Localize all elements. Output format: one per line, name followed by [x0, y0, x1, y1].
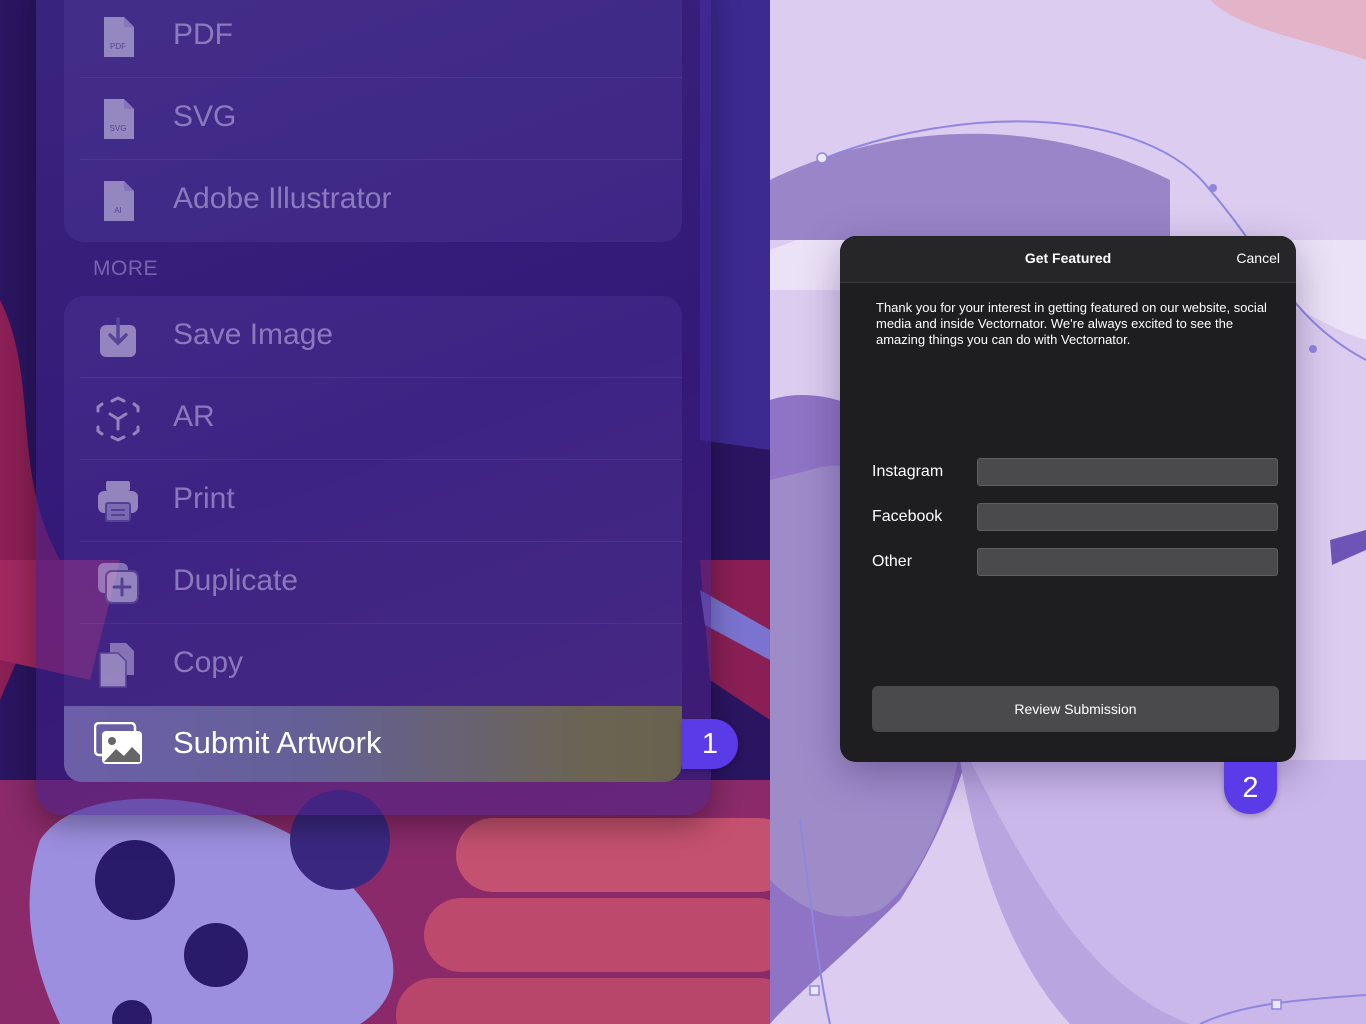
menu-item-label: AR [173, 400, 215, 433]
menu-item-duplicate[interactable]: Duplicate [64, 542, 682, 624]
svg-text:AI: AI [114, 206, 122, 215]
pdf-file-icon: PDF [104, 17, 134, 57]
menu-item-ar[interactable]: AR [64, 378, 682, 460]
save-image-icon [100, 317, 136, 357]
svg-text:PDF: PDF [110, 42, 126, 51]
review-submission-button[interactable]: Review Submission [872, 686, 1279, 732]
menu-item-save-image[interactable]: Save Image [64, 296, 682, 378]
dialog-header: Get Featured Cancel [840, 236, 1296, 283]
more-section-label: MORE [93, 257, 158, 280]
cancel-button[interactable]: Cancel [1236, 250, 1280, 266]
menu-item-svg[interactable]: SVG SVG [64, 78, 682, 160]
facebook-input[interactable] [977, 503, 1278, 531]
get-featured-dialog: Get Featured Cancel Thank you for your i… [840, 236, 1296, 762]
dialog-title: Get Featured [1024, 250, 1112, 266]
menu-item-print[interactable]: Print [64, 460, 682, 542]
menu-item-label: Adobe Illustrator [173, 182, 392, 215]
facebook-label: Facebook [872, 508, 943, 525]
ai-file-icon: AI [104, 181, 134, 221]
print-icon [98, 481, 138, 522]
other-input[interactable] [977, 548, 1278, 576]
menu-item-label: Copy [173, 646, 244, 679]
image-gallery-icon [94, 722, 142, 764]
duplicate-icon [98, 563, 139, 604]
dialog-description: Thank you for your interest in getting f… [876, 300, 1267, 347]
menu-item-pdf[interactable]: PDF PDF [64, 0, 682, 78]
menu-item-copy[interactable]: Copy [64, 624, 682, 706]
share-menu-pane: PDF PDF SVG SVG AI Adobe Illustrator MOR… [0, 0, 770, 1024]
menu-item-label: PDF [173, 18, 233, 51]
instagram-input[interactable] [977, 458, 1278, 486]
instagram-label: Instagram [872, 463, 944, 480]
step-badge-2: 2 [1224, 762, 1277, 814]
menu-item-label: SVG [173, 100, 237, 133]
copy-icon [99, 643, 134, 688]
menu-item-label: Duplicate [173, 564, 299, 597]
svg-file-icon: SVG [104, 99, 134, 139]
step-badge-1: 1 [682, 719, 738, 769]
ar-icon [96, 396, 140, 442]
menu-item-label: Submit Artwork [173, 725, 382, 760]
svg-text:SVG: SVG [110, 124, 127, 133]
menu-item-label: Save Image [173, 318, 334, 351]
menu-item-submit-artwork[interactable]: Submit Artwork [64, 706, 682, 782]
menu-item-adobe-illustrator[interactable]: AI Adobe Illustrator [64, 160, 682, 242]
other-label: Other [872, 553, 913, 570]
menu-item-label: Print [173, 482, 235, 515]
